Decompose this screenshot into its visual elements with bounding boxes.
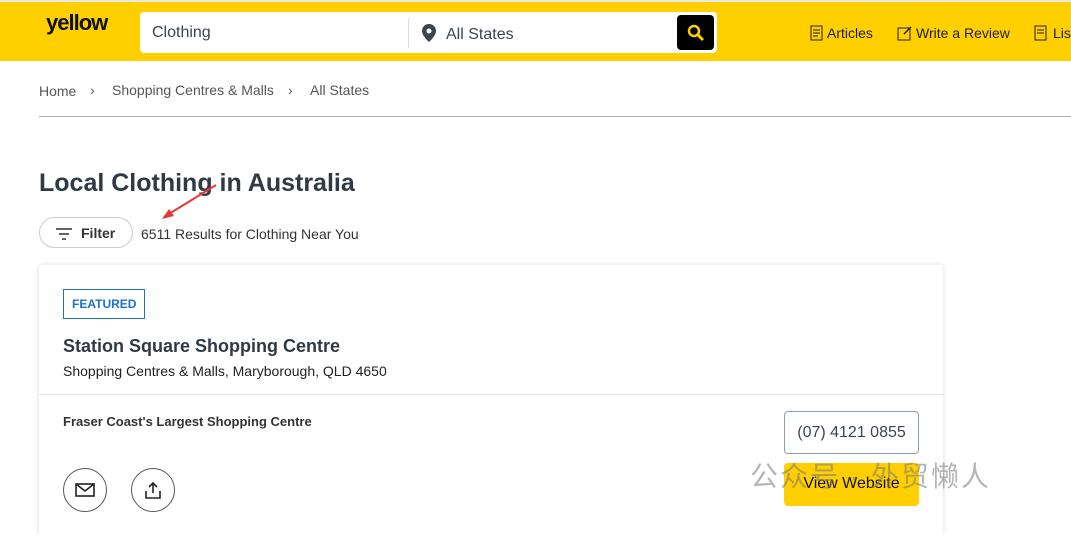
arrow-annotation-icon xyxy=(162,184,217,219)
breadcrumb-current[interactable]: All States xyxy=(310,82,369,98)
nav-label: Write a Review xyxy=(916,25,1010,41)
filter-icon xyxy=(56,228,72,240)
listing-name[interactable]: Station Square Shopping Centre xyxy=(63,336,340,357)
location-text: All States xyxy=(446,26,514,43)
watermark: 公众号 · 外贸懒人 xyxy=(750,461,991,492)
phone-button[interactable]: (07) 4121 0855 xyxy=(784,411,919,454)
search-input[interactable]: Clothing xyxy=(152,24,211,42)
logo[interactable]: yellow xyxy=(46,10,108,36)
divider xyxy=(39,394,943,395)
nav-label: Articles xyxy=(827,25,873,41)
nav-listing[interactable]: Lis xyxy=(1034,25,1071,41)
location-pin-icon xyxy=(422,24,436,42)
search-button[interactable] xyxy=(677,15,714,50)
email-button[interactable] xyxy=(63,468,107,512)
location-input[interactable]: All States xyxy=(422,24,514,44)
share-icon xyxy=(145,481,161,499)
filter-label: Filter xyxy=(81,225,116,241)
listing-address: Shopping Centres & Malls, Maryborough, Q… xyxy=(63,363,387,379)
listing-icon xyxy=(1034,25,1047,41)
listing-tagline: Fraser Coast's Largest Shopping Centre xyxy=(63,414,312,429)
breadcrumb-home[interactable]: Home xyxy=(39,83,76,99)
results-count: 6511 Results for Clothing Near You xyxy=(141,226,359,242)
divider xyxy=(408,18,409,48)
share-button[interactable] xyxy=(131,468,175,512)
header: yellow Clothing All States Articles Writ… xyxy=(0,0,1071,61)
chevron-right-icon: › xyxy=(288,82,293,98)
mail-icon xyxy=(75,483,95,497)
breadcrumb-category[interactable]: Shopping Centres & Malls xyxy=(112,82,274,98)
nav-label: Lis xyxy=(1053,25,1071,41)
chevron-right-icon: › xyxy=(90,82,95,98)
divider xyxy=(39,116,1071,117)
search-icon xyxy=(687,24,704,41)
featured-badge: FEATURED xyxy=(63,289,146,319)
search-bar: Clothing All States xyxy=(140,12,717,53)
edit-icon xyxy=(897,26,912,41)
nav-articles[interactable]: Articles xyxy=(810,25,873,41)
articles-icon xyxy=(810,25,823,41)
filter-button[interactable]: Filter xyxy=(39,217,133,248)
nav-write-review[interactable]: Write a Review xyxy=(897,25,1010,41)
